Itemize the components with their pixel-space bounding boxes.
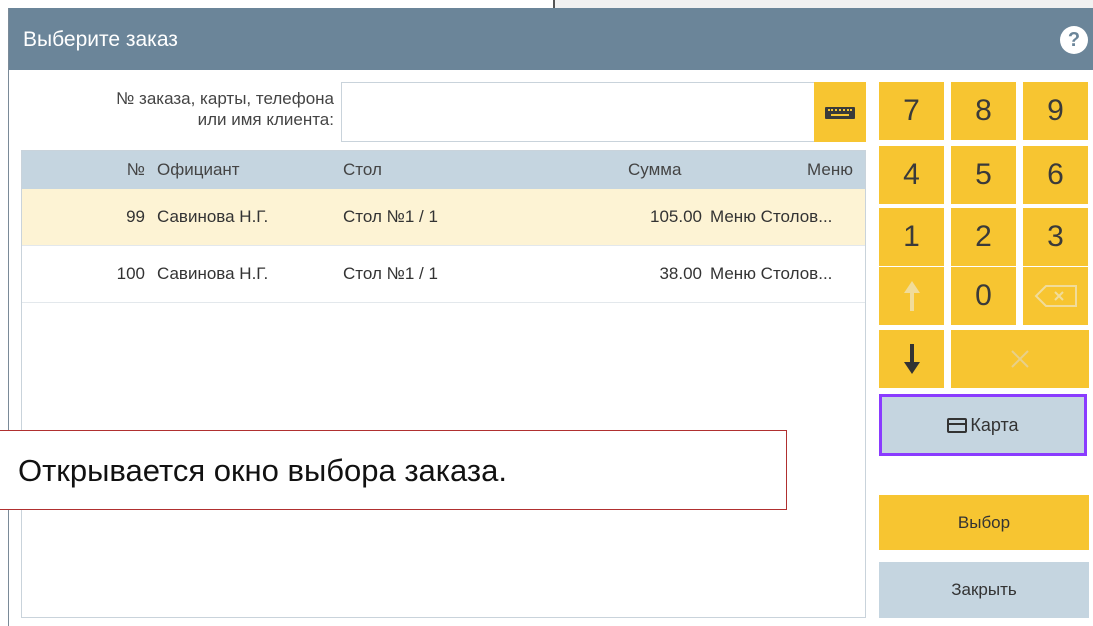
backspace-button[interactable] xyxy=(1023,267,1088,325)
up-button[interactable] xyxy=(879,267,944,325)
table-row[interactable]: 100 Савинова Н.Г. Стол №1 / 1 38.00 Меню… xyxy=(22,246,865,303)
key-4[interactable]: 4 xyxy=(879,146,944,204)
table-header: № Официант Стол Сумма Меню xyxy=(22,151,865,189)
cell-waiter: Савинова Н.Г. xyxy=(157,264,269,283)
key-9[interactable]: 9 xyxy=(1023,82,1088,140)
key-1[interactable]: 1 xyxy=(879,208,944,266)
arrow-up-icon xyxy=(903,281,920,311)
cell-table: Стол №1 / 1 xyxy=(343,264,438,283)
card-button-label: Карта xyxy=(970,415,1019,435)
clear-icon xyxy=(1011,350,1029,368)
clear-button[interactable] xyxy=(951,330,1089,388)
cell-menu: Меню Столов... xyxy=(710,264,833,283)
search-input[interactable] xyxy=(341,82,817,142)
select-button[interactable]: Выбор xyxy=(879,495,1089,550)
cell-sum: 38.00 xyxy=(659,264,702,283)
column-table[interactable]: Стол xyxy=(343,160,382,180)
dialog-title: Выберите заказ xyxy=(23,28,178,51)
key-6[interactable]: 6 xyxy=(1023,146,1088,204)
column-waiter[interactable]: Официант xyxy=(157,160,240,180)
background-window-right xyxy=(555,0,1093,8)
cell-waiter: Савинова Н.Г. xyxy=(157,207,269,226)
instruction-callout: Открывается окно выбора заказа. xyxy=(0,430,787,510)
search-label: № заказа, карты, телефона или имя клиент… xyxy=(49,88,334,130)
column-number[interactable]: № xyxy=(22,160,145,180)
key-3[interactable]: 3 xyxy=(1023,208,1088,266)
search-label-line2: или имя клиента: xyxy=(197,110,334,129)
credit-card-icon xyxy=(947,418,968,433)
select-order-dialog: Выберите заказ ? № заказа, карты, телефо… xyxy=(0,8,1093,626)
card-button[interactable]: Карта xyxy=(879,394,1087,456)
arrow-down-icon xyxy=(903,344,920,374)
cell-table: Стол №1 / 1 xyxy=(343,207,438,226)
orders-table: № Официант Стол Сумма Меню 99 Савинова Н… xyxy=(21,150,866,618)
close-button[interactable]: Закрыть xyxy=(879,562,1089,618)
keyboard-icon xyxy=(825,107,855,119)
key-5[interactable]: 5 xyxy=(951,146,1016,204)
keyboard-button[interactable] xyxy=(814,82,866,142)
question-icon[interactable]: ? xyxy=(1060,26,1088,54)
cell-number: 100 xyxy=(116,264,145,283)
key-0[interactable]: 0 xyxy=(951,267,1016,325)
dialog-titlebar: Выберите заказ ? xyxy=(9,8,1093,70)
search-label-line1: № заказа, карты, телефона xyxy=(116,89,334,108)
cell-number: 99 xyxy=(126,207,145,226)
table-row[interactable]: 99 Савинова Н.Г. Стол №1 / 1 105.00 Меню… xyxy=(22,189,865,246)
key-7[interactable]: 7 xyxy=(879,82,944,140)
key-8[interactable]: 8 xyxy=(951,82,1016,140)
backspace-icon xyxy=(1034,285,1077,307)
cell-sum: 105.00 xyxy=(650,207,702,226)
column-sum[interactable]: Сумма xyxy=(582,160,702,180)
callout-text: Открывается окно выбора заказа. xyxy=(18,453,507,488)
down-button[interactable] xyxy=(879,330,944,388)
key-2[interactable]: 2 xyxy=(951,208,1016,266)
column-menu[interactable]: Меню xyxy=(712,160,853,180)
background-divider xyxy=(553,0,555,8)
cell-menu: Меню Столов... xyxy=(710,207,833,226)
